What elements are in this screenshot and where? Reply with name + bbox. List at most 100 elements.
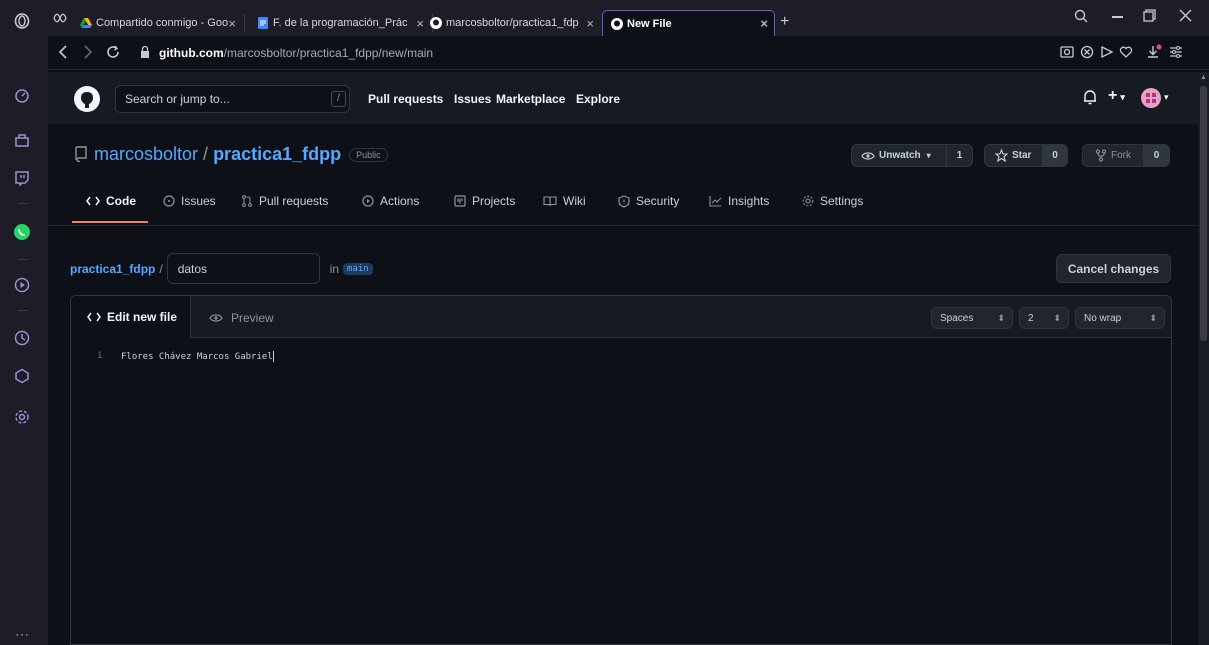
code-icon [86, 196, 100, 206]
settings-gear-icon[interactable] [12, 407, 32, 427]
tab-title: Compartido conmigo - Goo [96, 17, 229, 29]
code-line-text: Flores Chávez Marcos Gabriel [121, 352, 273, 362]
tab-code[interactable]: Code [86, 194, 136, 208]
editor-toolbar: Edit new file Preview Spaces ⬍ 2 ⬍ No wr… [71, 296, 1171, 338]
close-tab-icon[interactable]: × [760, 16, 768, 31]
tab-actions[interactable]: Actions [362, 194, 419, 208]
reload-icon[interactable] [106, 45, 120, 59]
back-icon[interactable] [58, 45, 68, 59]
indent-mode-value: Spaces [940, 312, 974, 324]
star-button[interactable]: Star 0 [984, 144, 1068, 167]
nav-marketplace[interactable]: Marketplace [496, 92, 565, 106]
repo-header: marcosboltor / practica1_fdpp Public Unw… [48, 124, 1198, 226]
tab-github-repo[interactable]: marcosboltor/practica1_fdp × [422, 10, 602, 36]
tab-menu-icon[interactable] [53, 12, 67, 24]
search-input[interactable]: Search or jump to... / [115, 85, 350, 113]
search-placeholder: Search or jump to... [125, 92, 230, 106]
tab-label: Settings [820, 194, 864, 208]
code-area[interactable]: 1 Flores Chávez Marcos Gabriel [71, 338, 1171, 644]
branch-badge: main [343, 262, 373, 275]
scroll-up-icon[interactable]: ▲ [1200, 74, 1207, 81]
tab-label: Code [106, 194, 136, 208]
file-editor: Edit new file Preview Spaces ⬍ 2 ⬍ No wr… [70, 295, 1172, 645]
page-scrollbar[interactable]: ▲ [1198, 72, 1209, 645]
cancel-changes-button[interactable]: Cancel changes [1056, 254, 1171, 283]
github-icon [611, 17, 623, 30]
notifications-bell-icon[interactable] [1083, 89, 1097, 105]
github-logo-icon[interactable] [74, 86, 100, 112]
opera-logo-icon[interactable] [12, 11, 32, 31]
restore-icon[interactable] [1143, 9, 1156, 22]
tab-strip: Compartido conmigo - Goo × F. de la prog… [48, 0, 1209, 36]
repo-name-link[interactable]: practica1_fdpp [213, 144, 341, 165]
indent-size-select[interactable]: 2 ⬍ [1019, 307, 1069, 329]
nav-issues[interactable]: Issues [454, 92, 491, 106]
close-window-icon[interactable] [1179, 9, 1192, 22]
forward-icon[interactable] [83, 45, 93, 59]
fork-label: Fork [1111, 150, 1131, 161]
indent-mode-select[interactable]: Spaces ⬍ [931, 307, 1013, 329]
tab-issues[interactable]: Issues [163, 194, 216, 208]
tab-google-docs[interactable]: F. de la programación_Prác × [249, 10, 432, 36]
more-icon[interactable]: ⋯ [12, 624, 32, 644]
unwatch-button[interactable]: Unwatch ▾ [851, 144, 957, 167]
minimize-icon[interactable] [1112, 16, 1123, 18]
speed-dial-icon[interactable] [12, 86, 32, 106]
extensions-icon[interactable] [12, 366, 32, 386]
download-icon[interactable] [1146, 44, 1162, 60]
tab-label: Pull requests [259, 194, 329, 208]
bookmark-heart-icon[interactable] [1119, 45, 1133, 59]
search-tabs-icon[interactable] [1074, 9, 1088, 23]
send-icon[interactable] [1100, 45, 1114, 59]
code-line[interactable]: Flores Chávez Marcos Gabriel [121, 351, 274, 362]
whatsapp-icon[interactable] [12, 222, 32, 242]
star-icon [995, 149, 1008, 162]
filename-input[interactable]: datos [166, 253, 320, 284]
url-field[interactable]: github.com/marcosboltor/practica1_fdpp/n… [159, 46, 433, 60]
nav-pull-requests[interactable]: Pull requests [368, 92, 443, 106]
fork-button[interactable]: Fork 0 [1082, 144, 1170, 167]
tab-settings[interactable]: Settings [802, 194, 863, 208]
twitch-icon[interactable] [12, 168, 32, 188]
select-arrows-icon: ⬍ [1053, 312, 1061, 323]
indent-size-value: 2 [1028, 312, 1034, 324]
avatar-chevron-down-icon[interactable]: ▾ [1164, 92, 1169, 103]
player-icon[interactable] [12, 275, 32, 295]
tab-security[interactable]: Security [618, 194, 679, 208]
tab-pull-requests[interactable]: Pull requests [241, 194, 328, 208]
fork-icon [1095, 149, 1107, 162]
close-tab-icon[interactable]: × [228, 16, 236, 31]
close-tab-icon[interactable]: × [586, 16, 594, 31]
repo-path-separator: / [203, 144, 209, 164]
scrollbar-thumb[interactable] [1200, 86, 1207, 341]
watch-count[interactable]: 1 [946, 144, 973, 167]
wrap-mode-select[interactable]: No wrap ⬍ [1075, 307, 1165, 329]
url-path: /marcosboltor/practica1_fdpp/new/main [223, 46, 434, 60]
text-cursor [272, 351, 274, 362]
tab-preview[interactable]: Preview [209, 311, 274, 325]
google-docs-icon [258, 17, 268, 29]
create-new-dropdown[interactable]: + ▾ [1108, 87, 1125, 105]
tab-title: F. de la programación_Prác [273, 17, 408, 29]
history-icon[interactable] [12, 328, 32, 348]
nav-explore[interactable]: Explore [576, 92, 620, 106]
snapshot-icon[interactable] [1060, 45, 1074, 59]
gear-icon [802, 195, 814, 207]
tab-wiki[interactable]: Wiki [543, 194, 586, 208]
tab-projects[interactable]: Projects [454, 194, 515, 208]
easy-setup-icon[interactable] [1169, 45, 1183, 59]
tab-new-file[interactable]: New File × [602, 10, 775, 36]
tab-edit-file[interactable]: Edit new file [71, 296, 191, 338]
adblock-icon[interactable] [1080, 45, 1094, 59]
branch-in-label: in [329, 261, 340, 276]
tab-google-drive[interactable]: Compartido conmigo - Goo × [72, 10, 244, 36]
tab-insights[interactable]: Insights [709, 194, 769, 208]
breadcrumb-repo-link[interactable]: practica1_fdpp [70, 262, 155, 276]
shopping-bag-icon[interactable] [12, 130, 32, 150]
repo-owner-link[interactable]: marcosboltor [94, 144, 198, 165]
new-tab-button[interactable]: + [780, 13, 789, 31]
lock-icon[interactable] [140, 46, 150, 58]
tab-label: Actions [380, 194, 420, 208]
code-icon [87, 312, 101, 322]
avatar[interactable] [1141, 88, 1161, 108]
